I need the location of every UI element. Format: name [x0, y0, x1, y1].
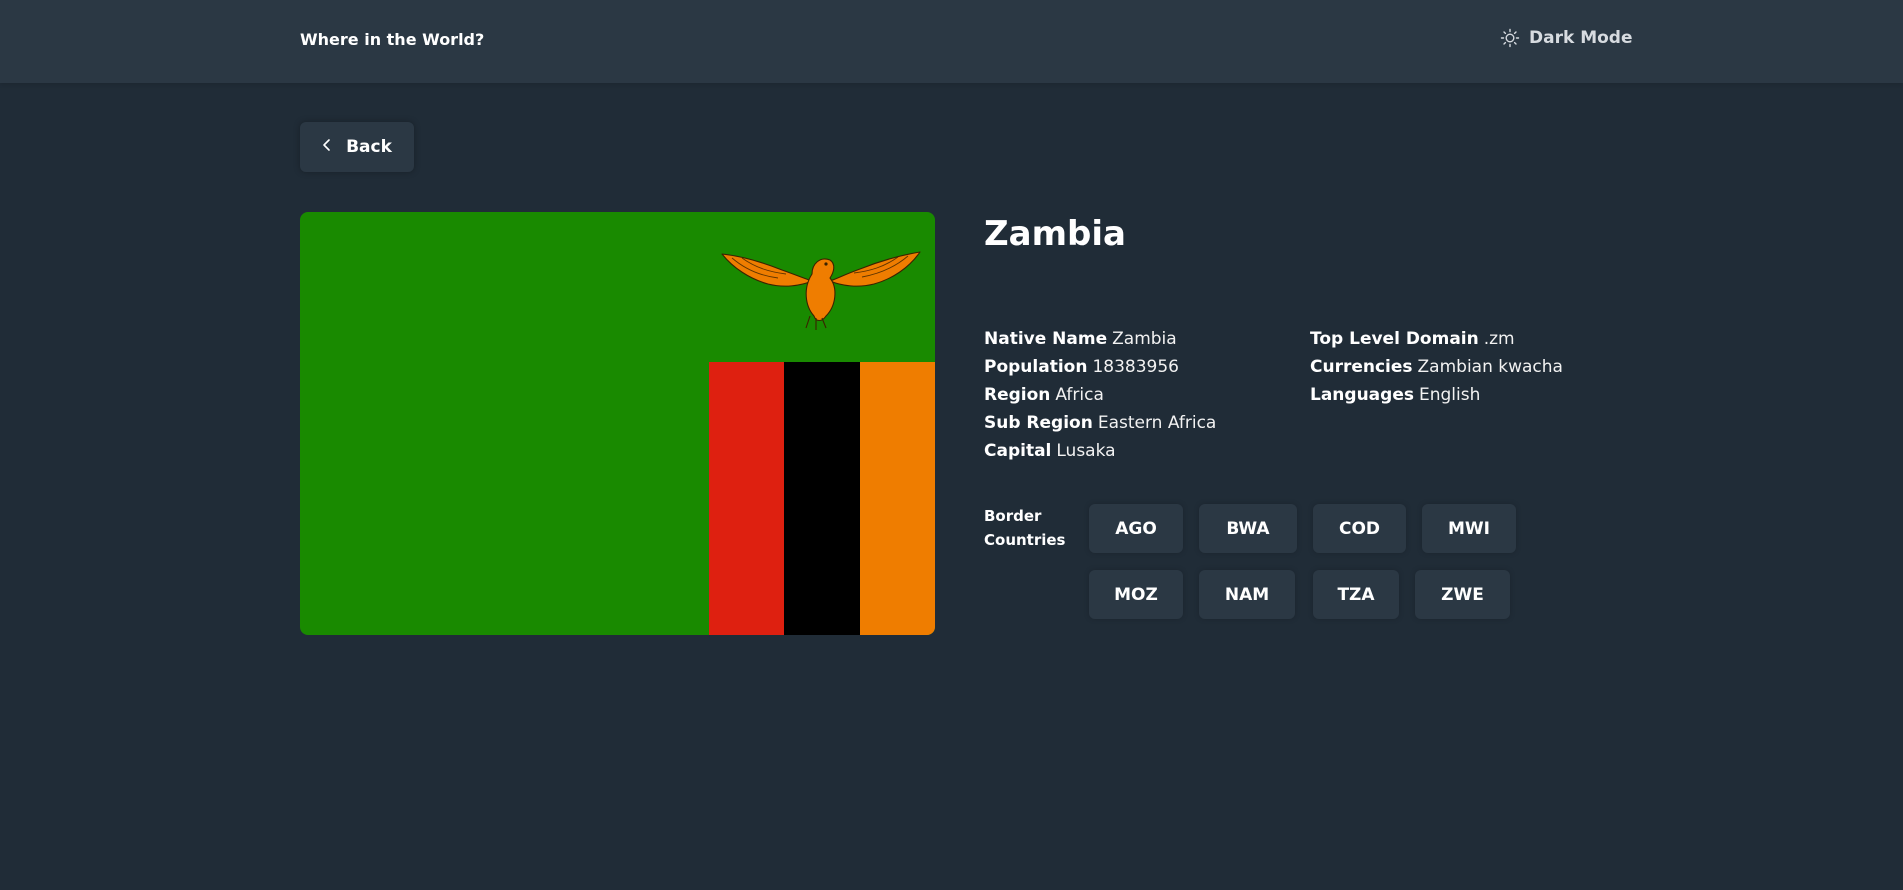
capital-row: Capital Lusaka: [984, 437, 1216, 465]
country-info-primary: Native Name Zambia Population 18383956 Reg…: [984, 325, 1216, 465]
population-row: Population 18383956: [984, 353, 1216, 381]
dark-mode-label: Dark Mode: [1529, 28, 1633, 48]
back-button[interactable]: Back: [300, 122, 414, 172]
population-value: 18383956: [1092, 357, 1179, 377]
region-value: Africa: [1055, 385, 1104, 405]
sub-region-value: Eastern Africa: [1097, 413, 1217, 433]
app-title: Where in the World?: [300, 30, 485, 49]
region-label: Region: [984, 385, 1051, 405]
capital-value: Lusaka: [1056, 441, 1116, 461]
currencies-value: Zambian kwacha: [1417, 357, 1563, 377]
sub-region-row: Sub Region Eastern Africa: [984, 409, 1216, 437]
languages-label: Languages: [1310, 385, 1414, 405]
languages-value: English: [1418, 385, 1481, 405]
region-row: Region Africa: [984, 381, 1216, 409]
border-country-chip[interactable]: NAM: [1199, 570, 1295, 619]
population-label: Population: [984, 357, 1088, 377]
border-country-chip[interactable]: MWI: [1422, 504, 1516, 553]
sub-region-label: Sub Region: [984, 413, 1093, 433]
border-country-chip[interactable]: BWA: [1199, 504, 1297, 553]
native-name-value: Zambia: [1112, 329, 1177, 349]
dark-mode-toggle[interactable]: Dark Mode: [1500, 28, 1633, 48]
native-name-label: Native Name: [984, 329, 1108, 349]
border-countries-label: Border Countries: [984, 507, 1066, 549]
native-name-row: Native Name Zambia: [984, 325, 1216, 353]
zambia-flag-image: [300, 212, 935, 635]
tld-label: Top Level Domain: [1310, 329, 1479, 349]
country-flag: [300, 212, 935, 635]
country-name: Zambia: [984, 214, 1126, 254]
languages-row: Languages English: [1310, 381, 1563, 409]
border-country-chip[interactable]: ZWE: [1415, 570, 1510, 619]
tld-row: Top Level Domain .zm: [1310, 325, 1563, 353]
capital-label: Capital: [984, 441, 1052, 461]
currencies-row: Currencies Zambian kwacha: [1310, 353, 1563, 381]
tld-value: .zm: [1483, 329, 1515, 349]
border-country-chip[interactable]: MOZ: [1089, 570, 1183, 619]
border-country-chip[interactable]: COD: [1313, 504, 1406, 553]
border-country-chip[interactable]: AGO: [1089, 504, 1183, 553]
border-country-chip[interactable]: TZA: [1313, 570, 1399, 619]
chevron-left-icon: [322, 137, 332, 158]
back-label: Back: [346, 137, 392, 157]
country-info-secondary: Top Level Domain .zm Currencies Zambian kw…: [1310, 325, 1563, 409]
sun-icon: [1500, 28, 1520, 48]
currencies-label: Currencies: [1310, 357, 1413, 377]
top-header: Where in the World? Dark Mode: [0, 0, 1903, 83]
